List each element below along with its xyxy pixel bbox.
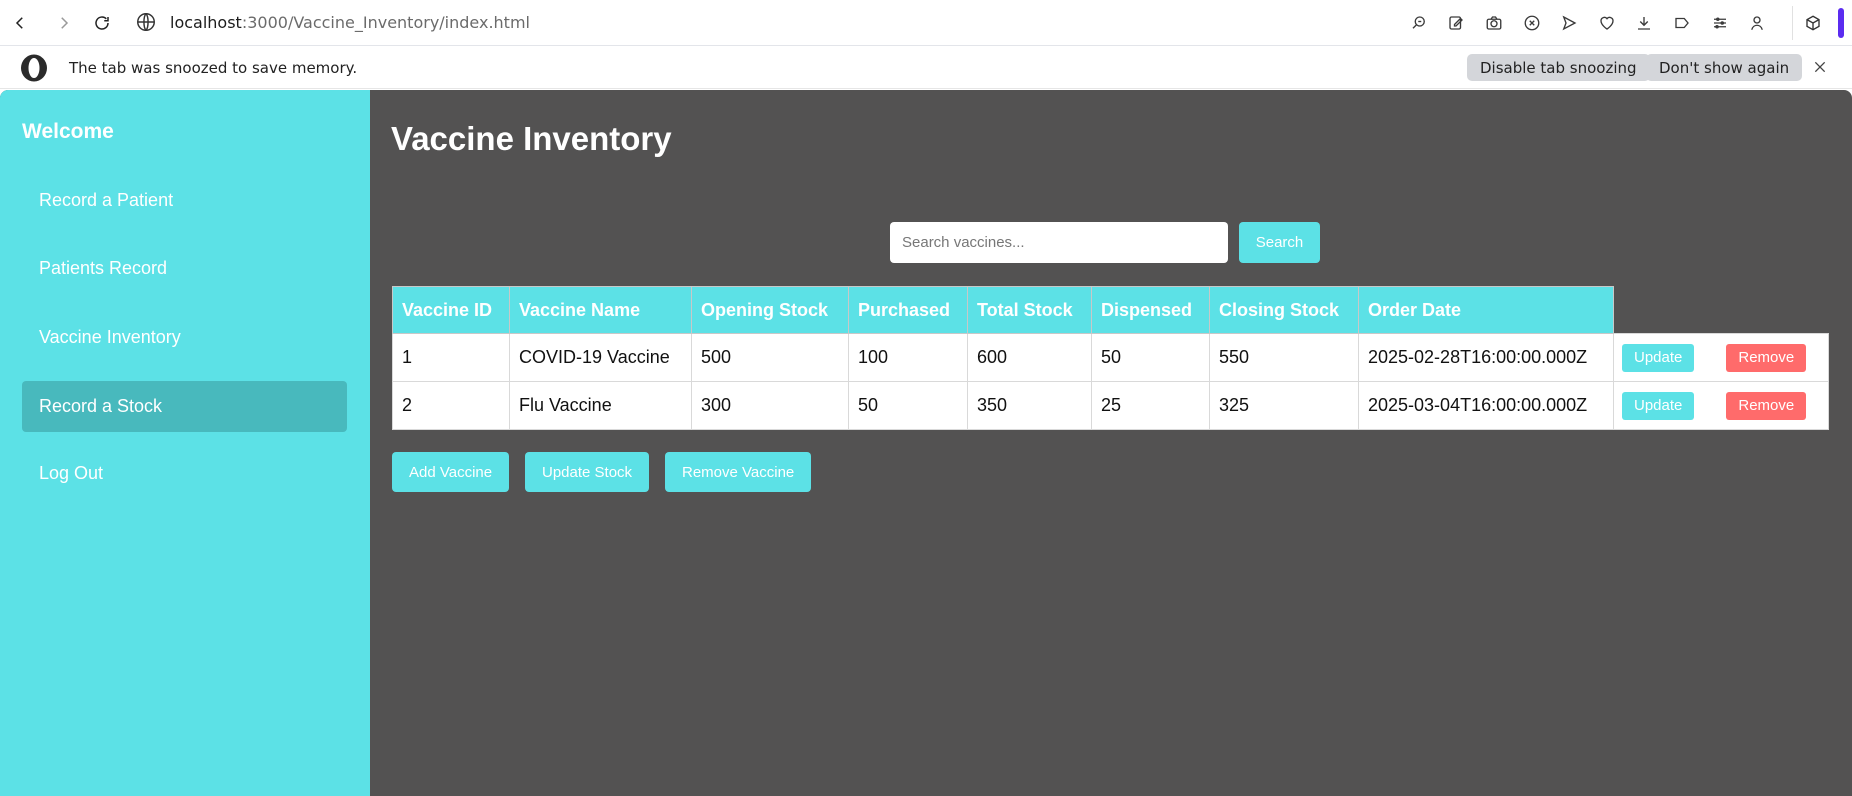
- welcome-heading: Welcome: [22, 120, 114, 143]
- reload-icon[interactable]: [90, 11, 114, 35]
- row-actions: Update Remove: [1613, 333, 1829, 382]
- sidebar-item-record-stock[interactable]: Record a Stock: [22, 381, 347, 432]
- edit-icon[interactable]: [1438, 10, 1476, 36]
- disable-snoozing-button[interactable]: Disable tab snoozing: [1467, 54, 1650, 81]
- cell-opening-stock: 500: [691, 333, 849, 382]
- sidebar-item-patients-record[interactable]: Patients Record: [22, 243, 347, 294]
- cell-vaccine-name: COVID-19 Vaccine: [509, 333, 692, 382]
- heart-icon[interactable]: [1588, 10, 1626, 36]
- cell-purchased: 100: [848, 333, 968, 382]
- update-stock-button[interactable]: Update Stock: [525, 452, 650, 492]
- column-header: Total Stock: [967, 286, 1092, 334]
- shield-x-icon[interactable]: [1513, 10, 1551, 36]
- dont-show-again-button[interactable]: Don't show again: [1646, 54, 1803, 81]
- remove-button[interactable]: Remove: [1726, 391, 1807, 420]
- actions-header: [1614, 287, 1829, 334]
- cell-dispensed: 50: [1091, 333, 1210, 382]
- vaccine-table: Vaccine ID Vaccine Name Opening Stock Pu…: [392, 286, 1829, 430]
- cell-closing-stock: 325: [1209, 381, 1359, 430]
- column-header: Purchased: [848, 286, 968, 334]
- sidebar-accent-bar[interactable]: [1838, 8, 1844, 38]
- column-header: Dispensed: [1091, 286, 1210, 334]
- url-host: localhost: [170, 13, 242, 32]
- column-header: Vaccine ID: [392, 286, 510, 334]
- cell-vaccine-id: 1: [392, 333, 510, 382]
- camera-icon[interactable]: [1475, 10, 1513, 36]
- cube-icon[interactable]: [1801, 11, 1825, 35]
- cell-total-stock: 350: [967, 381, 1092, 430]
- column-header: Closing Stock: [1209, 286, 1359, 334]
- tab-icon[interactable]: [1663, 10, 1701, 36]
- send-icon[interactable]: [1550, 10, 1588, 36]
- snooze-message: The tab was snoozed to save memory.: [69, 59, 358, 77]
- table-header-row: Vaccine ID Vaccine Name Opening Stock Pu…: [392, 286, 1829, 334]
- column-header: Opening Stock: [691, 286, 849, 334]
- cell-order-date: 2025-03-04T16:00:00.000Z: [1358, 381, 1614, 430]
- row-actions: Update Remove: [1613, 381, 1829, 430]
- close-icon[interactable]: [1810, 57, 1830, 77]
- user-icon[interactable]: [1738, 10, 1776, 36]
- cell-total-stock: 600: [967, 333, 1092, 382]
- table-row: 2 Flu Vaccine 300 50 350 25 325 2025-03-…: [392, 381, 1829, 430]
- cell-vaccine-name: Flu Vaccine: [509, 381, 692, 430]
- sliders-icon[interactable]: [1701, 10, 1739, 36]
- address-bar[interactable]: localhost:3000/Vaccine_Inventory/index.h…: [170, 13, 530, 32]
- add-vaccine-button[interactable]: Add Vaccine: [392, 452, 510, 492]
- cell-purchased: 50: [848, 381, 968, 430]
- sidebar-item-log-out[interactable]: Log Out: [22, 448, 347, 499]
- opera-logo-icon: [19, 53, 49, 83]
- globe-icon: [135, 11, 157, 33]
- browser-toolbar: localhost:3000/Vaccine_Inventory/index.h…: [0, 0, 1852, 46]
- cell-closing-stock: 550: [1209, 333, 1359, 382]
- page-title: Vaccine Inventory: [391, 120, 672, 157]
- sidebar-item-vaccine-inventory[interactable]: Vaccine Inventory: [22, 312, 347, 363]
- column-header: Vaccine Name: [509, 286, 692, 334]
- search-input[interactable]: [890, 222, 1228, 263]
- sidebar: Welcome Record a Patient Patients Record…: [0, 90, 370, 796]
- cell-opening-stock: 300: [691, 381, 849, 430]
- cell-order-date: 2025-02-28T16:00:00.000Z: [1358, 333, 1614, 382]
- page: Welcome Record a Patient Patients Record…: [0, 90, 1852, 796]
- toolbar-separator: [1792, 6, 1793, 40]
- search-button[interactable]: Search: [1239, 222, 1320, 263]
- remove-vaccine-button[interactable]: Remove Vaccine: [665, 452, 812, 492]
- sidebar-item-record-patient[interactable]: Record a Patient: [22, 175, 347, 226]
- table-row: 1 COVID-19 Vaccine 500 100 600 50 550 20…: [392, 333, 1829, 382]
- url-path: :3000/Vaccine_Inventory/index.html: [241, 13, 530, 32]
- cell-vaccine-id: 2: [392, 381, 510, 430]
- forward-icon[interactable]: [52, 11, 76, 35]
- back-icon[interactable]: [8, 11, 32, 35]
- snooze-infobar: The tab was snoozed to save memory. Disa…: [0, 47, 1852, 89]
- column-header: Order Date: [1358, 286, 1614, 334]
- update-button[interactable]: Update: [1622, 343, 1695, 372]
- cell-dispensed: 25: [1091, 381, 1210, 430]
- remove-button[interactable]: Remove: [1726, 343, 1807, 372]
- zoom-search-icon[interactable]: [1400, 10, 1438, 36]
- update-button[interactable]: Update: [1622, 391, 1695, 420]
- toolbar-icons: [1400, 0, 1776, 46]
- download-icon[interactable]: [1626, 10, 1664, 36]
